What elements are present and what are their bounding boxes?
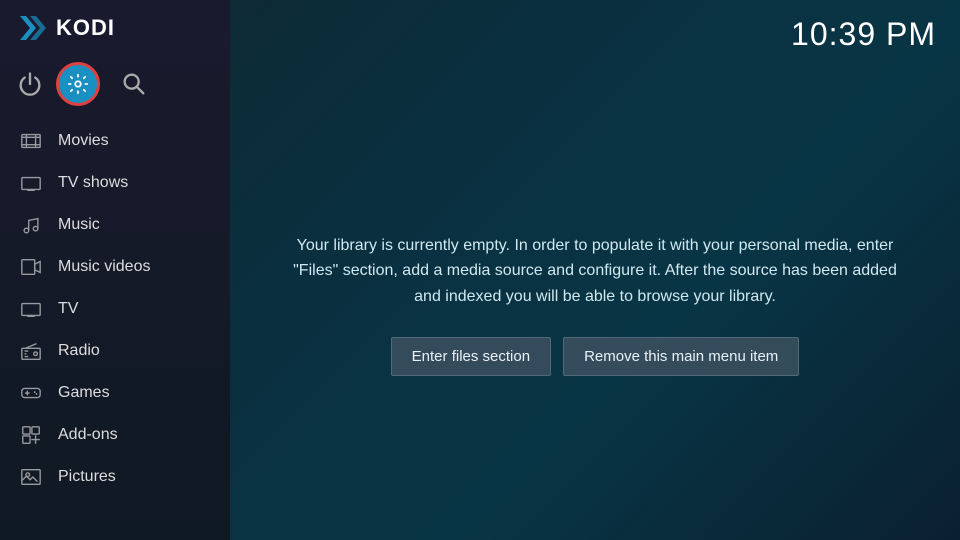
sidebar-item-addons[interactable]: Add-ons <box>0 414 230 456</box>
library-empty-message: Your library is currently empty. In orde… <box>290 233 900 310</box>
settings-button[interactable] <box>56 62 100 106</box>
music-icon <box>20 214 42 236</box>
sidebar-item-movies-label: Movies <box>58 132 109 150</box>
sidebar-item-addons-label: Add-ons <box>58 426 118 444</box>
musicvideos-icon <box>20 256 42 278</box>
sidebar-item-musicvideos-label: Music videos <box>58 258 150 276</box>
enter-files-button[interactable]: Enter files section <box>391 337 551 376</box>
main-content: 10:39 PM Your library is currently empty… <box>230 0 960 540</box>
sidebar-item-tvshows[interactable]: TV shows <box>0 162 230 204</box>
app-title: KODI <box>56 15 115 41</box>
sidebar-item-tv[interactable]: TV <box>0 288 230 330</box>
library-section: Your library is currently empty. In orde… <box>230 69 960 540</box>
tvshows-icon <box>20 172 42 194</box>
sidebar-item-musicvideos[interactable]: Music videos <box>0 246 230 288</box>
gear-icon <box>67 73 89 95</box>
pictures-icon <box>20 466 42 488</box>
clock-display: 10:39 PM <box>791 16 936 53</box>
power-icon[interactable] <box>16 70 44 98</box>
tv-icon <box>20 298 42 320</box>
kodi-logo-icon <box>16 12 48 44</box>
sidebar: KODI Movies <box>0 0 230 540</box>
action-buttons-group: Enter files section Remove this main men… <box>391 337 800 376</box>
top-bar: 10:39 PM <box>230 0 960 69</box>
main-nav: Movies TV shows Music Music vide <box>0 116 230 540</box>
sidebar-item-games-label: Games <box>58 384 110 402</box>
sidebar-item-music[interactable]: Music <box>0 204 230 246</box>
sidebar-item-pictures-label: Pictures <box>58 468 116 486</box>
games-icon <box>20 382 42 404</box>
sidebar-item-radio[interactable]: Radio <box>0 330 230 372</box>
sidebar-item-radio-label: Radio <box>58 342 100 360</box>
radio-icon <box>20 340 42 362</box>
top-icons-bar <box>0 56 230 116</box>
sidebar-item-pictures[interactable]: Pictures <box>0 456 230 498</box>
sidebar-item-music-label: Music <box>58 216 100 234</box>
addons-icon <box>20 424 42 446</box>
sidebar-item-movies[interactable]: Movies <box>0 120 230 162</box>
remove-menu-item-button[interactable]: Remove this main menu item <box>563 337 799 376</box>
app-header: KODI <box>0 0 230 56</box>
search-icon[interactable] <box>120 70 148 98</box>
sidebar-item-tvshows-label: TV shows <box>58 174 128 192</box>
sidebar-item-games[interactable]: Games <box>0 372 230 414</box>
sidebar-item-tv-label: TV <box>58 300 78 318</box>
movies-icon <box>20 130 42 152</box>
